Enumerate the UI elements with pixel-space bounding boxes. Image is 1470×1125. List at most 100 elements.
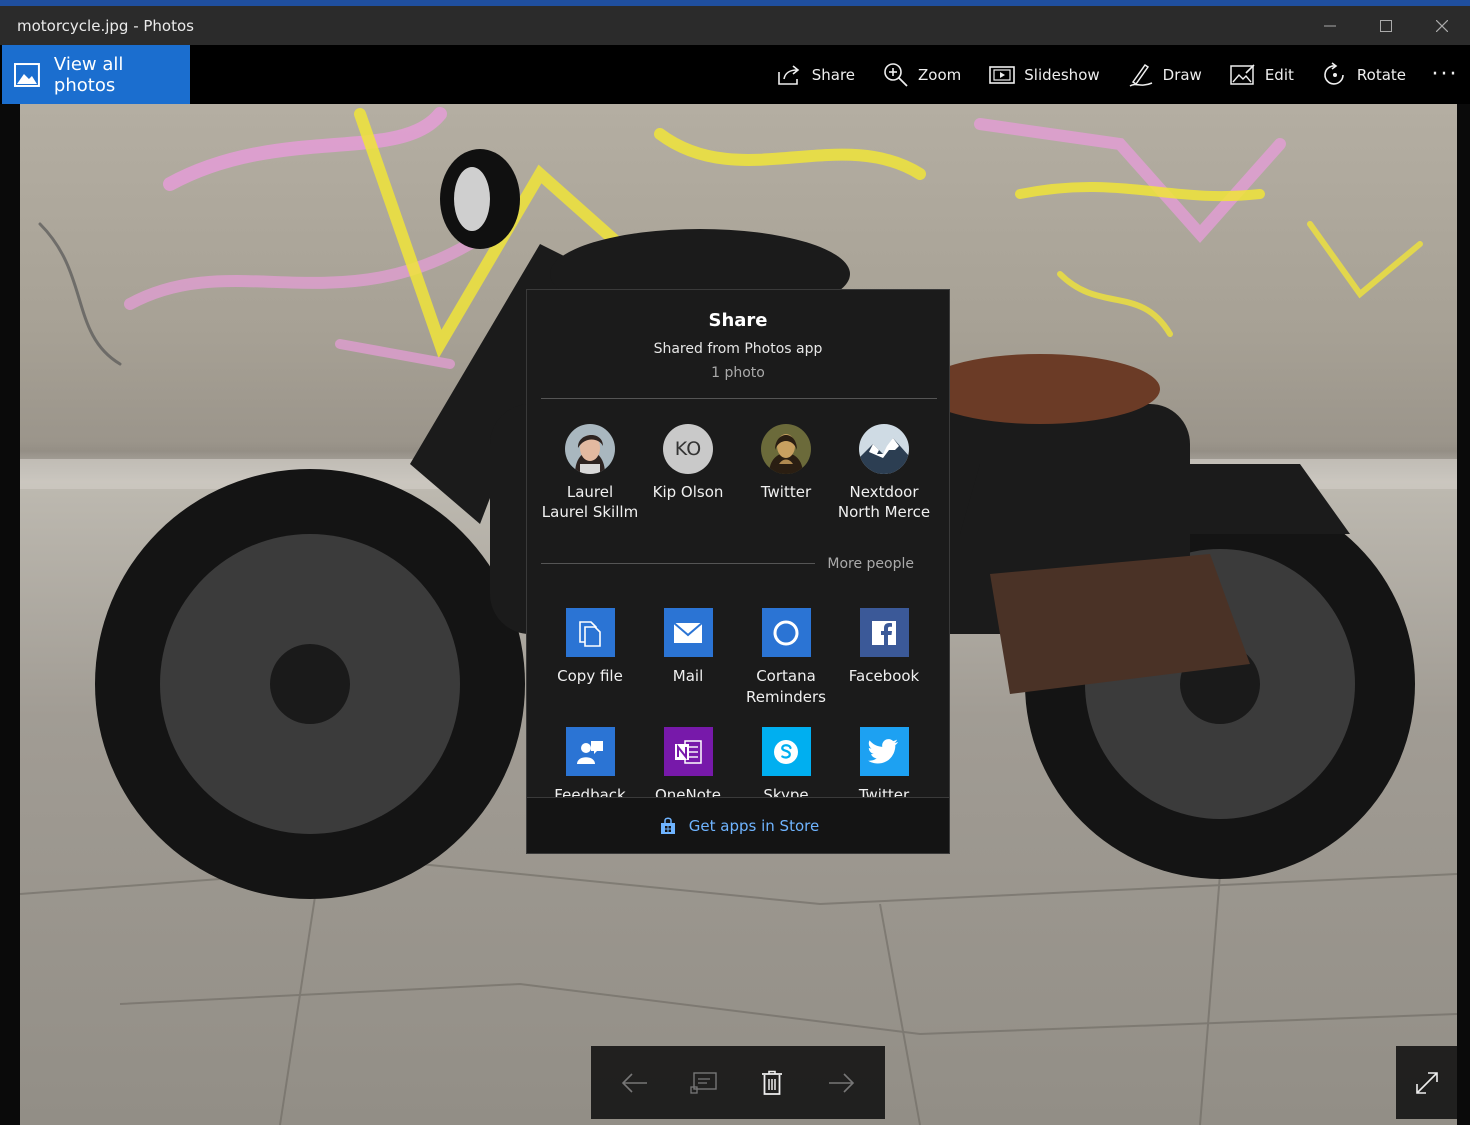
add-to-album-button[interactable] — [679, 1058, 729, 1108]
contact-name-line2: North Merce — [837, 503, 931, 521]
app-name-line1: Cortana — [756, 667, 816, 685]
apps-row: Copy file Mail Cortana Reminders Faceboo… — [541, 608, 937, 708]
photo-border-left — [0, 104, 20, 1125]
more-people-link[interactable]: More people — [827, 556, 914, 572]
avatar-initials: KO — [663, 424, 713, 474]
share-item-count: 1 photo — [711, 365, 765, 381]
app-name: Copy file — [557, 666, 623, 687]
app-tile — [663, 727, 713, 776]
previous-photo-button[interactable] — [610, 1058, 660, 1108]
command-group: Share Zoom Slideshow Draw Edit Rotate ··… — [763, 45, 1470, 104]
contact-name-line1: Kip Olson — [652, 483, 724, 501]
share-apps-grid: Copy file Mail Cortana Reminders Faceboo… — [541, 608, 937, 806]
draw-label: Draw — [1162, 65, 1202, 84]
view-all-photos-button[interactable]: View all photos — [2, 45, 190, 104]
share-app-copy-file[interactable]: Copy file — [541, 608, 639, 708]
app-tile — [761, 608, 811, 657]
slideshow-label: Slideshow — [1024, 65, 1100, 84]
zoom-button[interactable]: Zoom — [869, 45, 975, 104]
window-title: motorcycle.jpg - Photos — [17, 16, 194, 35]
arrow-right-icon — [828, 1072, 854, 1093]
share-app-mail[interactable]: Mail — [639, 608, 737, 708]
zoom-icon — [884, 62, 908, 87]
share-app-feedback[interactable]: Feedback — [541, 727, 639, 806]
share-app-skype[interactable]: Skype — [737, 727, 835, 806]
avatar — [761, 424, 811, 474]
more-options-button[interactable]: ··· — [1420, 45, 1470, 104]
arrow-left-icon — [622, 1072, 648, 1093]
share-contact-nextdoor[interactable]: Nextdoor North Merce — [835, 424, 933, 522]
app-name-line1: Mail — [672, 667, 704, 685]
app-tile — [859, 608, 909, 657]
photos-icon — [14, 62, 40, 87]
photo-navigation-bar — [591, 1046, 885, 1119]
contact-name-line1: Laurel — [566, 483, 614, 501]
title-bar: motorcycle.jpg - Photos — [0, 6, 1470, 45]
minimize-icon — [1324, 25, 1336, 26]
share-flyout: Share Shared from Photos app 1 photo Lau… — [526, 289, 950, 854]
rotate-button[interactable]: Rotate — [1308, 45, 1420, 104]
share-header-divider — [541, 398, 937, 399]
app-tile — [663, 608, 713, 657]
full-screen-button[interactable] — [1396, 1046, 1457, 1119]
share-contact-twitter[interactable]: Twitter — [737, 424, 835, 522]
filmstrip-icon — [690, 1071, 717, 1094]
minimize-button[interactable] — [1302, 6, 1358, 45]
share-app-twitter[interactable]: Twitter — [835, 727, 933, 806]
contact-name: Nextdoor North Merce — [838, 482, 930, 522]
close-button[interactable] — [1414, 6, 1470, 45]
contact-name-line1: Nextdoor — [849, 483, 919, 501]
contact-name-line1: Twitter — [760, 483, 812, 501]
app-name: Mail — [673, 666, 703, 687]
app-name-line2: Reminders — [746, 688, 826, 706]
share-contact-kip-olson[interactable]: KO Kip Olson — [639, 424, 737, 522]
maximize-icon — [1380, 19, 1392, 32]
store-bag-icon — [660, 816, 675, 834]
command-bar: View all photos Share Zoom Slideshow Dra… — [0, 45, 1470, 104]
draw-button[interactable]: Draw — [1114, 45, 1216, 104]
share-people-list: Laurel Laurel Skillm KO Kip Olson Twitte… — [541, 424, 937, 522]
draw-icon — [1129, 63, 1152, 87]
onenote-icon — [675, 739, 702, 764]
share-subtitle: Shared from Photos app — [653, 341, 823, 357]
contact-name: Kip Olson — [653, 482, 724, 502]
get-apps-in-store-bar[interactable]: Get apps in Store — [527, 797, 949, 853]
contact-name: Laurel Laurel Skillm — [542, 482, 638, 522]
twitter-icon — [868, 738, 898, 763]
window-controls — [1302, 6, 1470, 45]
edit-icon — [1230, 63, 1255, 85]
app-name-line1: Copy file — [557, 667, 623, 685]
avatar — [565, 424, 615, 474]
share-app-onenote[interactable]: OneNote — [639, 727, 737, 806]
share-contact-laurel[interactable]: Laurel Laurel Skillm — [541, 424, 639, 522]
edit-label: Edit — [1264, 65, 1294, 84]
next-photo-button[interactable] — [816, 1058, 866, 1108]
contact-name-line2: Laurel Skillm — [541, 503, 639, 521]
cortana-icon — [773, 620, 799, 645]
share-title: Share — [708, 310, 768, 331]
mona-lisa-photo-icon — [761, 424, 811, 474]
maximize-button[interactable] — [1358, 6, 1414, 45]
more-people-divider — [541, 563, 815, 564]
share-app-cortana-reminders[interactable]: Cortana Reminders — [737, 608, 835, 708]
apps-row: Feedback OneNote Skype Twitter — [541, 727, 937, 806]
copy-file-icon — [579, 620, 601, 647]
slideshow-button[interactable]: Slideshow — [975, 45, 1113, 104]
share-button[interactable]: Share — [763, 45, 869, 104]
share-label: Share — [811, 65, 856, 84]
avatar — [859, 424, 909, 474]
delete-photo-button[interactable] — [747, 1058, 797, 1108]
get-apps-in-store-link[interactable]: Get apps in Store — [689, 817, 819, 835]
mail-icon — [673, 621, 703, 643]
share-app-facebook[interactable]: Facebook — [835, 608, 933, 708]
share-icon — [777, 64, 799, 85]
close-icon — [1436, 19, 1448, 32]
rotate-icon — [1324, 61, 1344, 85]
view-all-photos-label: View all photos — [53, 53, 124, 96]
app-name-line1: Facebook — [848, 667, 920, 685]
share-header: Share Shared from Photos app 1 photo — [527, 290, 949, 381]
edit-button[interactable]: Edit — [1216, 45, 1308, 104]
mountain-photo-icon — [859, 424, 909, 474]
zoom-label: Zoom — [918, 65, 962, 84]
person-photo-icon — [565, 424, 615, 474]
